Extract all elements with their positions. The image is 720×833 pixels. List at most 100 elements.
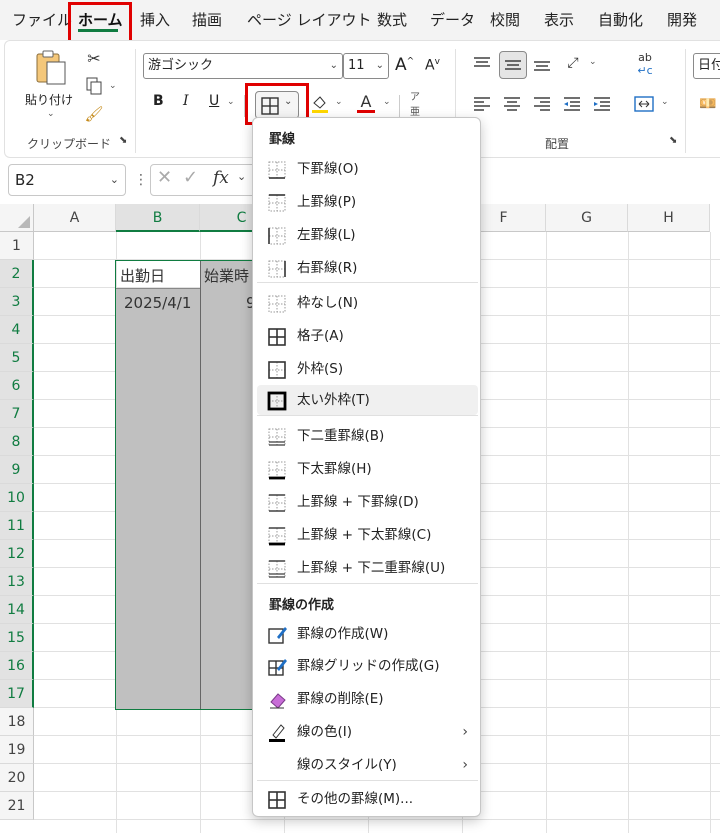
tab-view[interactable]: 表示 [544, 0, 574, 40]
paste-label[interactable]: 貼り付け [25, 91, 73, 108]
decrease-indent-icon[interactable] [561, 93, 583, 115]
align-middle-icon[interactable] [499, 51, 527, 79]
row-header-5[interactable]: 5 [0, 344, 34, 372]
row-header-11[interactable]: 11 [0, 512, 34, 540]
column-header-a[interactable]: A [34, 204, 116, 232]
row-header-8[interactable]: 8 [0, 428, 34, 456]
wrap-text-icon[interactable]: ab ↵c [633, 51, 657, 77]
cell-c2[interactable]: 始業時 [204, 265, 249, 286]
menu-item-no-border[interactable]: 枠なし(N) [257, 288, 478, 318]
row-header-1[interactable]: 1 [0, 232, 34, 260]
menu-item-border-top[interactable]: 上罫線(P) [257, 187, 478, 217]
align-top-icon[interactable] [471, 53, 493, 75]
row-header-13[interactable]: 13 [0, 568, 34, 596]
column-header-g[interactable]: G [546, 204, 628, 232]
decrease-font-icon[interactable]: Av [425, 57, 440, 74]
bold-button[interactable]: B [153, 93, 164, 109]
select-all-corner[interactable] [0, 204, 34, 232]
menu-item-draw-border-grid[interactable]: 罫線グリッドの作成(G) [257, 651, 478, 681]
number-format-combo[interactable]: 日付 [693, 53, 720, 79]
fill-color-dropdown-icon[interactable]: ⌄ [335, 97, 343, 107]
orientation-icon[interactable]: ⤢ [561, 51, 585, 75]
menu-item-line-color[interactable]: 線の色(I) › [257, 717, 478, 747]
menu-item-border-right[interactable]: 右罫線(R) [257, 253, 478, 283]
paste-icon[interactable] [31, 47, 71, 87]
tab-draw[interactable]: 描画 [192, 0, 222, 40]
row-header-21[interactable]: 21 [0, 792, 34, 820]
format-painter-icon[interactable]: 🖌 [83, 103, 105, 125]
font-size-combo[interactable]: 11 ⌄ [343, 53, 389, 79]
increase-indent-icon[interactable] [591, 93, 613, 115]
row-header-6[interactable]: 6 [0, 372, 34, 400]
alignment-launcher-icon[interactable]: ⬊ [669, 135, 677, 146]
font-color-dropdown-icon[interactable]: ⌄ [383, 97, 391, 107]
menu-item-more-borders[interactable]: その他の罫線(M)... [257, 784, 478, 814]
menu-item-top-double-bottom-border[interactable]: 上罫線 + 下二重罫線(U) [257, 553, 478, 583]
align-right-icon[interactable] [531, 93, 553, 115]
underline-button[interactable]: U [209, 93, 219, 109]
tab-review[interactable]: 校閲 [490, 0, 520, 40]
tab-data[interactable]: データ [430, 0, 475, 40]
row-header-4[interactable]: 4 [0, 316, 34, 344]
confirm-icon[interactable]: ✓ [183, 167, 198, 188]
tab-automate[interactable]: 自動化 [598, 0, 643, 40]
menu-item-draw-border[interactable]: 罫線の作成(W) [257, 619, 478, 649]
row-header-16[interactable]: 16 [0, 652, 34, 680]
currency-format-icon[interactable]: 💴 [697, 93, 719, 115]
menu-item-border-left[interactable]: 左罫線(L) [257, 220, 478, 250]
tab-insert[interactable]: 挿入 [140, 0, 170, 40]
row-header-10[interactable]: 10 [0, 484, 34, 512]
underline-dropdown-icon[interactable]: ⌄ [227, 97, 235, 107]
row-header-20[interactable]: 20 [0, 764, 34, 792]
increase-font-icon[interactable]: A^ [395, 55, 414, 75]
menu-item-eraser[interactable]: 罫線の削除(E) [257, 684, 478, 714]
row-header-14[interactable]: 14 [0, 596, 34, 624]
menu-item-double-bottom-border[interactable]: 下二重罫線(B) [257, 421, 478, 451]
menu-item-top-bottom-border[interactable]: 上罫線 + 下罫線(D) [257, 487, 478, 517]
align-bottom-icon[interactable] [531, 53, 553, 75]
tab-file[interactable]: ファイル [12, 0, 72, 40]
menu-item-outside-borders[interactable]: 外枠(S) [257, 354, 478, 384]
merge-center-icon[interactable] [633, 93, 655, 115]
menu-item-line-style[interactable]: 線のスタイル(Y) › [257, 750, 478, 780]
fill-color-icon[interactable] [309, 93, 331, 115]
row-header-2[interactable]: 2 [0, 260, 34, 288]
align-left-icon[interactable] [471, 93, 493, 115]
merge-dropdown-icon[interactable]: ⌄ [661, 97, 669, 107]
row-header-9[interactable]: 9 [0, 456, 34, 484]
cell-b2[interactable]: 出勤日 [120, 265, 165, 286]
column-header-h[interactable]: H [628, 204, 710, 232]
row-header-3[interactable]: 3 [0, 288, 34, 316]
tab-developer[interactable]: 開発 [667, 0, 697, 40]
row-header-19[interactable]: 19 [0, 736, 34, 764]
menu-item-thick-outside-borders[interactable]: 太い外枠(T) [257, 385, 478, 415]
cut-icon[interactable]: ✂ [83, 47, 105, 69]
row-header-17[interactable]: 17 [0, 680, 34, 708]
font-name-combo[interactable]: 游ゴシック ⌄ [143, 53, 343, 79]
row-header-15[interactable]: 15 [0, 624, 34, 652]
menu-item-thick-bottom-border[interactable]: 下太罫線(H) [257, 454, 478, 484]
row-header-18[interactable]: 18 [0, 708, 34, 736]
insert-function-button[interactable]: fx [213, 168, 229, 188]
orientation-dropdown-icon[interactable]: ⌄ [589, 57, 597, 67]
phonetic-guide-icon[interactable]: ア亜 [405, 91, 425, 118]
column-header-b[interactable]: B [116, 204, 200, 232]
row-header-12[interactable]: 12 [0, 540, 34, 568]
font-color-icon[interactable]: A [355, 91, 377, 115]
clipboard-launcher-icon[interactable]: ⬊ [119, 135, 127, 146]
cancel-icon[interactable]: ✕ [157, 167, 172, 188]
cell-b3[interactable]: 2025/4/1 [124, 294, 191, 312]
tab-page-layout[interactable]: ページ レイアウト [247, 0, 371, 40]
copy-dropdown-icon[interactable]: ⌄ [109, 81, 117, 91]
menu-item-border-bottom[interactable]: 下罫線(O) [257, 154, 478, 184]
tab-formulas[interactable]: 数式 [377, 0, 407, 40]
align-center-icon[interactable] [501, 93, 523, 115]
menu-item-top-thick-bottom-border[interactable]: 上罫線 + 下太罫線(C) [257, 520, 478, 550]
name-box[interactable]: B2 ⌄ [8, 164, 126, 196]
paste-dropdown-icon[interactable]: ⌄ [47, 109, 55, 119]
row-header-7[interactable]: 7 [0, 400, 34, 428]
italic-button[interactable]: I [183, 93, 189, 109]
menu-item-all-borders[interactable]: 格子(A) [257, 321, 478, 351]
more-options-icon[interactable]: ⋮ [134, 172, 148, 188]
copy-icon[interactable] [83, 75, 105, 97]
